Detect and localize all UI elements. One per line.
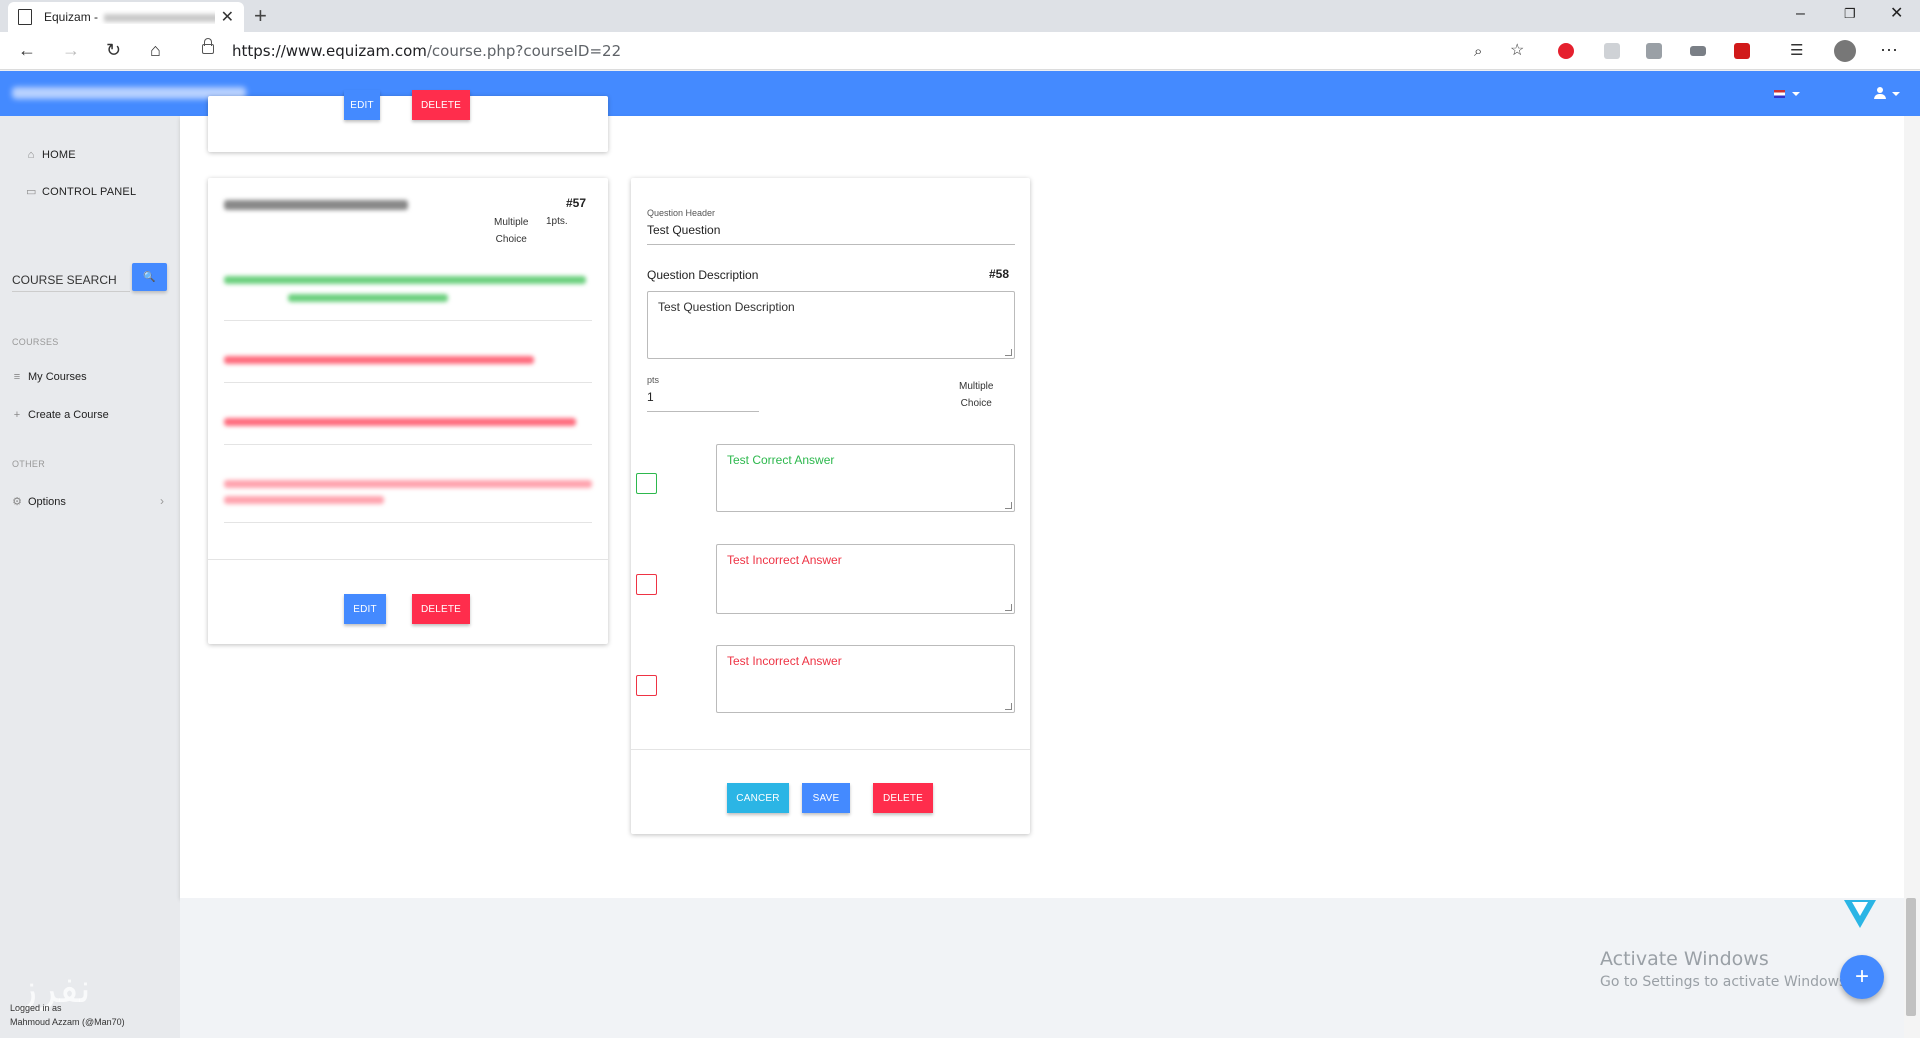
question-number: #57 [566,196,587,210]
answer-input[interactable]: Test Incorrect Answer [716,645,1015,713]
add-floating-button[interactable]: + [1840,955,1884,999]
course-search-input[interactable]: COURSE SEARCH [12,273,130,292]
incorrect-answer-checkbox[interactable] [636,574,657,595]
restore-icon[interactable]: ❐ [1844,4,1856,24]
profile-avatar[interactable] [1834,40,1856,62]
back-icon[interactable]: ← [18,40,36,60]
plus-icon: + [13,409,21,421]
home-icon: ⌂ [27,149,35,161]
question-number: #58 [989,267,1010,281]
url-field[interactable]: https://www.equizam.com/course.php?cours… [232,42,621,60]
page-icon [18,9,32,25]
chevron-down-icon[interactable] [1792,92,1800,96]
question-description-label: Question Description [647,268,759,282]
chevron-right-icon: › [160,494,164,508]
minimize-icon[interactable]: – [1796,4,1805,24]
question-card-57: #57 Multiple Choice 1pts. EDIT DELETE [208,178,608,644]
more-icon[interactable]: ⋯ [1880,40,1898,60]
new-tab-icon[interactable]: + [254,4,267,28]
courses-section-title: COURSES [12,337,59,347]
answer-incorrect [224,418,576,426]
close-tab-icon[interactable]: ✕ [221,7,234,27]
sidebar-item-options[interactable]: ⚙ Options [12,495,66,509]
question-type: Multiple Choice [494,217,529,245]
delete-button[interactable]: DELETE [412,594,470,624]
sidebar-item-home[interactable]: ⌂ HOME [26,149,76,161]
answer-correct [224,276,586,284]
correct-answer-checkbox[interactable] [636,473,657,494]
other-section-title: OTHER [12,459,45,469]
delete-button[interactable]: DELETE [412,90,470,120]
question-type: Multiple Choice [959,381,994,409]
question-header-label: Question Header [647,208,716,218]
answer-input[interactable]: Test Correct Answer [716,444,1015,512]
extension-icon[interactable] [1646,43,1662,59]
zoom-icon[interactable]: ⌕ [1474,42,1482,62]
question-card-previous: EDIT DELETE [208,90,608,152]
forward-icon[interactable]: → [62,40,80,60]
points-label: pts [647,375,660,385]
equizam-logo-icon [1844,900,1876,928]
language-flag-icon[interactable] [1774,90,1785,98]
scrollbar-thumb[interactable] [1906,898,1916,1016]
activate-windows-notice: Activate Windows Go to Settings to activ… [1600,948,1851,990]
list-icon: ≡ [13,371,21,383]
delete-button[interactable]: DELETE [873,783,933,813]
gear-icon: ⚙ [12,496,22,508]
answer-incorrect [224,480,592,488]
edit-button[interactable]: EDIT [344,90,380,120]
search-button[interactable]: 🔍 [132,263,167,291]
user-icon[interactable] [1874,87,1886,99]
save-button[interactable]: SAVE [802,783,850,813]
favorite-star-icon[interactable]: ☆ [1510,41,1524,61]
answer-input[interactable]: Test Incorrect Answer [716,544,1015,614]
answer-incorrect [224,356,534,364]
favorites-icon[interactable]: ☰ [1790,41,1803,61]
panel-icon: ▭ [26,186,37,198]
question-editor-58: Question Header Test Question Question D… [631,178,1030,834]
question-header-input[interactable]: Test Question [647,223,720,237]
home-icon[interactable]: ⌂ [150,40,161,60]
sidebar-item-control-panel[interactable]: ▭ CONTROL PANEL [26,185,136,199]
edit-button[interactable]: EDIT [344,594,386,624]
browser-tab-bar: Equizam - ✕ + – ❐ ✕ [0,0,1920,32]
sidebar-item-create-course[interactable]: + Create a Course [12,409,109,421]
plus-icon: + [1854,963,1869,990]
shield-icon[interactable] [1604,43,1620,59]
question-title [224,200,408,210]
extension-icon[interactable] [1690,46,1706,56]
sidebar-item-my-courses[interactable]: ≡ My Courses [12,371,87,383]
address-bar: ← → ↻ ⌂ https://www.equizam.com/course.p… [0,32,1920,70]
close-window-icon[interactable]: ✕ [1890,4,1903,24]
pdf-icon[interactable] [1734,43,1750,59]
browser-tab[interactable]: Equizam - ✕ [8,2,244,32]
refresh-icon[interactable]: ↻ [106,40,121,60]
points-input[interactable]: 1 [647,390,654,404]
question-description-input[interactable]: Test Question Description [647,291,1015,359]
search-icon: 🔍 [143,271,156,283]
logged-in-info: Logged in as Mahmoud Azzam (@Man70) [10,1003,125,1027]
sidebar: ⌂ HOME ▭ CONTROL PANEL COURSE SEARCH 🔍 C… [0,116,180,1038]
lock-icon [202,38,214,54]
incorrect-answer-checkbox[interactable] [636,675,657,696]
adblock-icon[interactable] [1558,43,1574,59]
question-points: 1pts. [546,216,568,227]
chevron-down-icon[interactable] [1892,92,1900,96]
tab-title: Equizam - [44,10,215,24]
cancel-button[interactable]: CANCER [727,783,789,813]
